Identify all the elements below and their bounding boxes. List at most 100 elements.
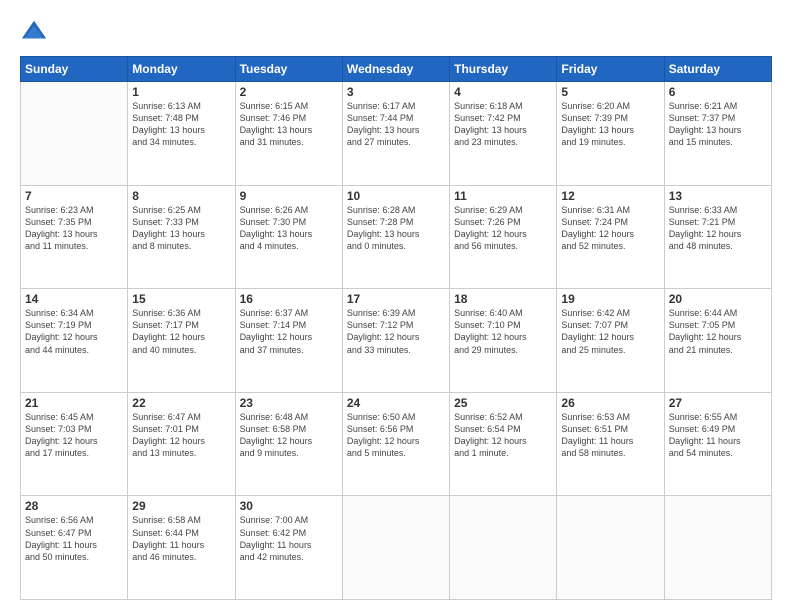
- calendar-cell: [450, 496, 557, 600]
- logo-icon: [20, 18, 48, 46]
- calendar-cell: 12Sunrise: 6:31 AM Sunset: 7:24 PM Dayli…: [557, 185, 664, 289]
- day-info: Sunrise: 6:33 AM Sunset: 7:21 PM Dayligh…: [669, 204, 767, 253]
- calendar-cell: 22Sunrise: 6:47 AM Sunset: 7:01 PM Dayli…: [128, 392, 235, 496]
- calendar-cell: 10Sunrise: 6:28 AM Sunset: 7:28 PM Dayli…: [342, 185, 449, 289]
- day-number: 5: [561, 85, 659, 99]
- day-info: Sunrise: 6:56 AM Sunset: 6:47 PM Dayligh…: [25, 514, 123, 563]
- calendar-cell: 27Sunrise: 6:55 AM Sunset: 6:49 PM Dayli…: [664, 392, 771, 496]
- day-info: Sunrise: 6:15 AM Sunset: 7:46 PM Dayligh…: [240, 100, 338, 149]
- day-info: Sunrise: 6:26 AM Sunset: 7:30 PM Dayligh…: [240, 204, 338, 253]
- day-info: Sunrise: 6:28 AM Sunset: 7:28 PM Dayligh…: [347, 204, 445, 253]
- calendar-cell: 9Sunrise: 6:26 AM Sunset: 7:30 PM Daylig…: [235, 185, 342, 289]
- day-info: Sunrise: 6:25 AM Sunset: 7:33 PM Dayligh…: [132, 204, 230, 253]
- day-info: Sunrise: 6:21 AM Sunset: 7:37 PM Dayligh…: [669, 100, 767, 149]
- calendar-cell: 21Sunrise: 6:45 AM Sunset: 7:03 PM Dayli…: [21, 392, 128, 496]
- calendar-cell: 4Sunrise: 6:18 AM Sunset: 7:42 PM Daylig…: [450, 82, 557, 186]
- calendar-cell: 19Sunrise: 6:42 AM Sunset: 7:07 PM Dayli…: [557, 289, 664, 393]
- day-number: 14: [25, 292, 123, 306]
- calendar-table: SundayMondayTuesdayWednesdayThursdayFrid…: [20, 56, 772, 600]
- day-info: Sunrise: 6:48 AM Sunset: 6:58 PM Dayligh…: [240, 411, 338, 460]
- logo: [20, 18, 52, 46]
- day-info: Sunrise: 6:50 AM Sunset: 6:56 PM Dayligh…: [347, 411, 445, 460]
- calendar-cell: 16Sunrise: 6:37 AM Sunset: 7:14 PM Dayli…: [235, 289, 342, 393]
- calendar-cell: 14Sunrise: 6:34 AM Sunset: 7:19 PM Dayli…: [21, 289, 128, 393]
- day-number: 26: [561, 396, 659, 410]
- weekday-header-tuesday: Tuesday: [235, 57, 342, 82]
- calendar-cell: [21, 82, 128, 186]
- day-number: 16: [240, 292, 338, 306]
- day-info: Sunrise: 6:52 AM Sunset: 6:54 PM Dayligh…: [454, 411, 552, 460]
- calendar-cell: 28Sunrise: 6:56 AM Sunset: 6:47 PM Dayli…: [21, 496, 128, 600]
- day-number: 10: [347, 189, 445, 203]
- weekday-header-row: SundayMondayTuesdayWednesdayThursdayFrid…: [21, 57, 772, 82]
- day-info: Sunrise: 6:17 AM Sunset: 7:44 PM Dayligh…: [347, 100, 445, 149]
- weekday-header-monday: Monday: [128, 57, 235, 82]
- day-number: 13: [669, 189, 767, 203]
- calendar-cell: 15Sunrise: 6:36 AM Sunset: 7:17 PM Dayli…: [128, 289, 235, 393]
- calendar-cell: [342, 496, 449, 600]
- calendar-cell: 8Sunrise: 6:25 AM Sunset: 7:33 PM Daylig…: [128, 185, 235, 289]
- day-number: 7: [25, 189, 123, 203]
- weekday-header-friday: Friday: [557, 57, 664, 82]
- day-number: 6: [669, 85, 767, 99]
- day-info: Sunrise: 6:13 AM Sunset: 7:48 PM Dayligh…: [132, 100, 230, 149]
- calendar-cell: 20Sunrise: 6:44 AM Sunset: 7:05 PM Dayli…: [664, 289, 771, 393]
- weekday-header-wednesday: Wednesday: [342, 57, 449, 82]
- day-number: 24: [347, 396, 445, 410]
- day-info: Sunrise: 6:45 AM Sunset: 7:03 PM Dayligh…: [25, 411, 123, 460]
- day-number: 20: [669, 292, 767, 306]
- calendar-cell: 13Sunrise: 6:33 AM Sunset: 7:21 PM Dayli…: [664, 185, 771, 289]
- day-number: 22: [132, 396, 230, 410]
- day-number: 2: [240, 85, 338, 99]
- calendar-cell: 24Sunrise: 6:50 AM Sunset: 6:56 PM Dayli…: [342, 392, 449, 496]
- day-number: 30: [240, 499, 338, 513]
- day-info: Sunrise: 6:55 AM Sunset: 6:49 PM Dayligh…: [669, 411, 767, 460]
- calendar-cell: 23Sunrise: 6:48 AM Sunset: 6:58 PM Dayli…: [235, 392, 342, 496]
- calendar-cell: 29Sunrise: 6:58 AM Sunset: 6:44 PM Dayli…: [128, 496, 235, 600]
- day-number: 28: [25, 499, 123, 513]
- day-info: Sunrise: 7:00 AM Sunset: 6:42 PM Dayligh…: [240, 514, 338, 563]
- day-number: 11: [454, 189, 552, 203]
- calendar-cell: 26Sunrise: 6:53 AM Sunset: 6:51 PM Dayli…: [557, 392, 664, 496]
- weekday-header-saturday: Saturday: [664, 57, 771, 82]
- calendar-week-row: 1Sunrise: 6:13 AM Sunset: 7:48 PM Daylig…: [21, 82, 772, 186]
- day-info: Sunrise: 6:34 AM Sunset: 7:19 PM Dayligh…: [25, 307, 123, 356]
- day-info: Sunrise: 6:39 AM Sunset: 7:12 PM Dayligh…: [347, 307, 445, 356]
- calendar-week-row: 14Sunrise: 6:34 AM Sunset: 7:19 PM Dayli…: [21, 289, 772, 393]
- day-info: Sunrise: 6:53 AM Sunset: 6:51 PM Dayligh…: [561, 411, 659, 460]
- day-info: Sunrise: 6:42 AM Sunset: 7:07 PM Dayligh…: [561, 307, 659, 356]
- day-info: Sunrise: 6:20 AM Sunset: 7:39 PM Dayligh…: [561, 100, 659, 149]
- day-number: 19: [561, 292, 659, 306]
- calendar-cell: 6Sunrise: 6:21 AM Sunset: 7:37 PM Daylig…: [664, 82, 771, 186]
- day-info: Sunrise: 6:31 AM Sunset: 7:24 PM Dayligh…: [561, 204, 659, 253]
- calendar-cell: [664, 496, 771, 600]
- calendar-cell: 3Sunrise: 6:17 AM Sunset: 7:44 PM Daylig…: [342, 82, 449, 186]
- calendar-cell: 25Sunrise: 6:52 AM Sunset: 6:54 PM Dayli…: [450, 392, 557, 496]
- day-info: Sunrise: 6:58 AM Sunset: 6:44 PM Dayligh…: [132, 514, 230, 563]
- day-number: 3: [347, 85, 445, 99]
- day-number: 9: [240, 189, 338, 203]
- day-number: 1: [132, 85, 230, 99]
- day-number: 27: [669, 396, 767, 410]
- day-number: 25: [454, 396, 552, 410]
- day-info: Sunrise: 6:37 AM Sunset: 7:14 PM Dayligh…: [240, 307, 338, 356]
- day-number: 4: [454, 85, 552, 99]
- calendar-cell: 1Sunrise: 6:13 AM Sunset: 7:48 PM Daylig…: [128, 82, 235, 186]
- day-number: 23: [240, 396, 338, 410]
- day-info: Sunrise: 6:29 AM Sunset: 7:26 PM Dayligh…: [454, 204, 552, 253]
- calendar-cell: 17Sunrise: 6:39 AM Sunset: 7:12 PM Dayli…: [342, 289, 449, 393]
- day-number: 15: [132, 292, 230, 306]
- day-info: Sunrise: 6:44 AM Sunset: 7:05 PM Dayligh…: [669, 307, 767, 356]
- weekday-header-sunday: Sunday: [21, 57, 128, 82]
- calendar-cell: 30Sunrise: 7:00 AM Sunset: 6:42 PM Dayli…: [235, 496, 342, 600]
- calendar-week-row: 7Sunrise: 6:23 AM Sunset: 7:35 PM Daylig…: [21, 185, 772, 289]
- day-number: 8: [132, 189, 230, 203]
- calendar-cell: 18Sunrise: 6:40 AM Sunset: 7:10 PM Dayli…: [450, 289, 557, 393]
- calendar-cell: 7Sunrise: 6:23 AM Sunset: 7:35 PM Daylig…: [21, 185, 128, 289]
- day-info: Sunrise: 6:47 AM Sunset: 7:01 PM Dayligh…: [132, 411, 230, 460]
- calendar-cell: [557, 496, 664, 600]
- calendar-cell: 5Sunrise: 6:20 AM Sunset: 7:39 PM Daylig…: [557, 82, 664, 186]
- day-number: 12: [561, 189, 659, 203]
- day-info: Sunrise: 6:23 AM Sunset: 7:35 PM Dayligh…: [25, 204, 123, 253]
- day-number: 29: [132, 499, 230, 513]
